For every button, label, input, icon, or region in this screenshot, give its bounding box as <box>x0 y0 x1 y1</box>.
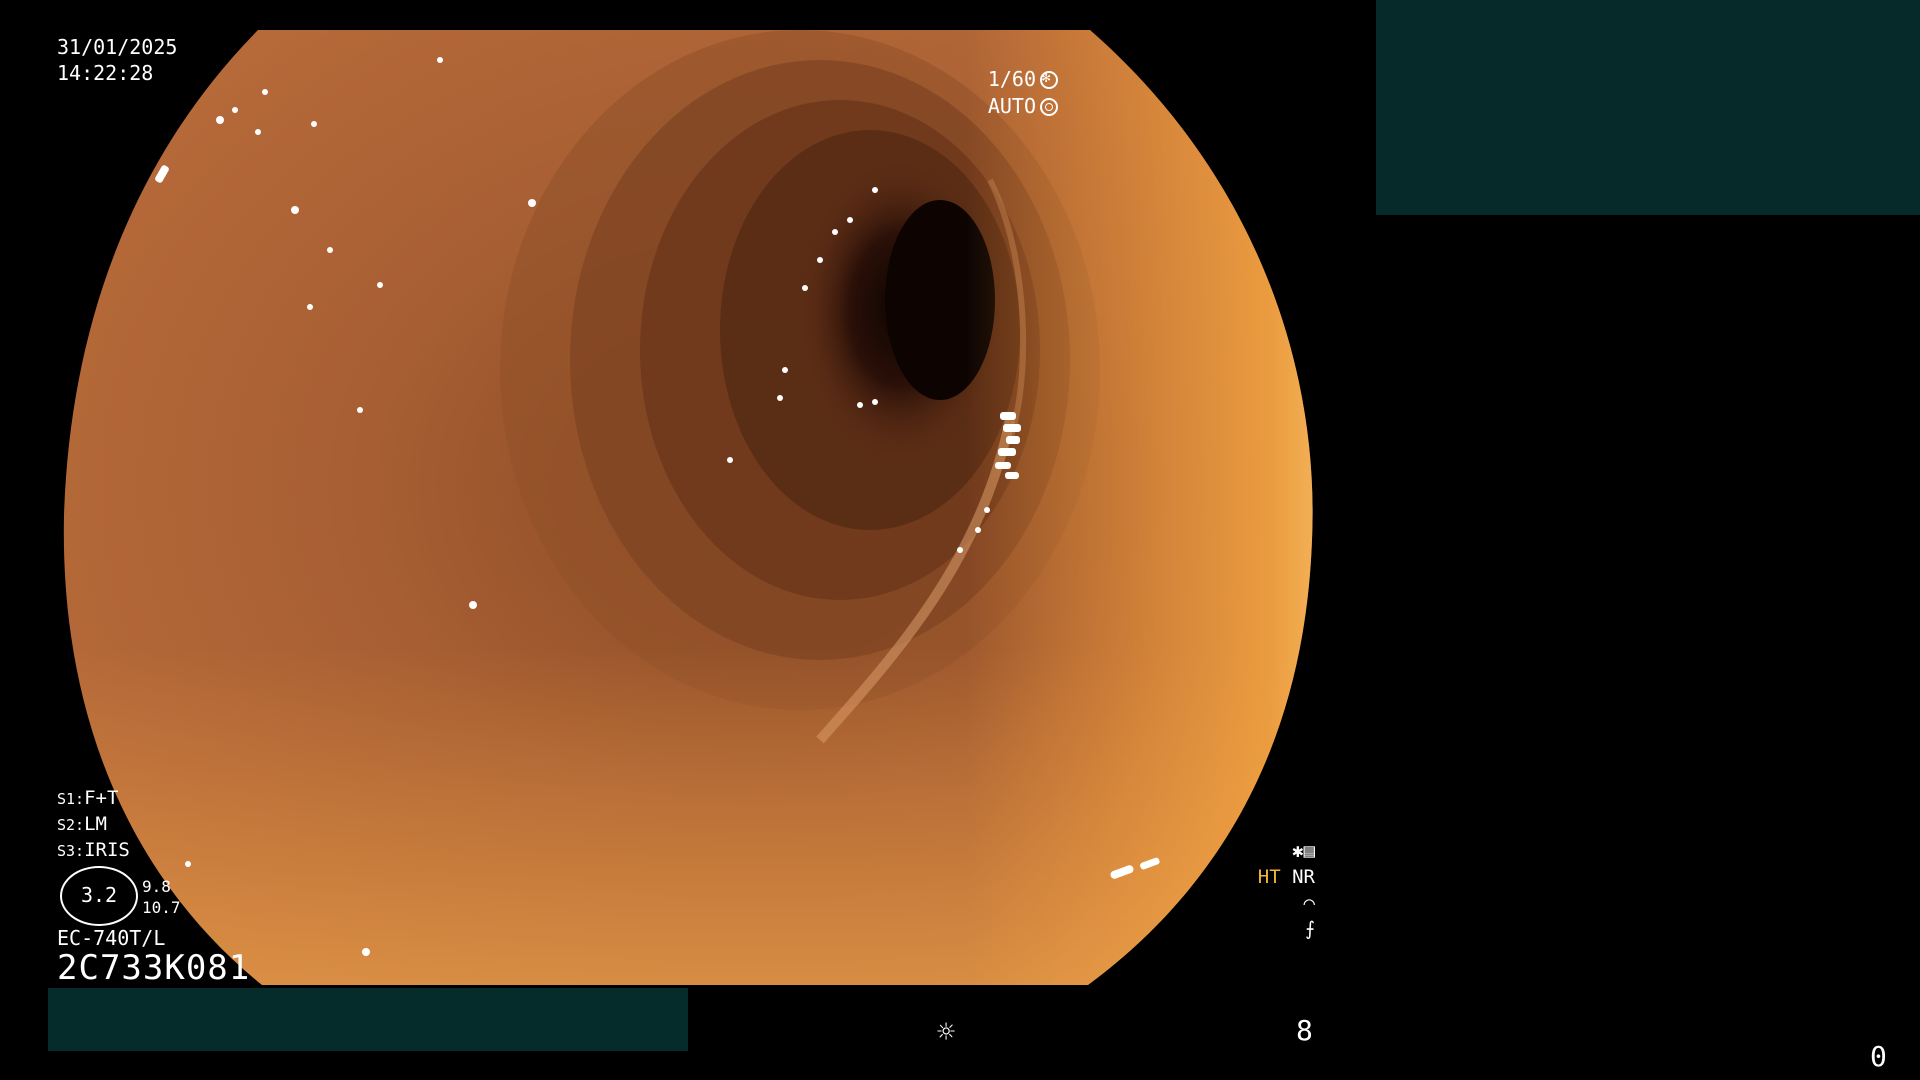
enhancement-icon: ✱▤ <box>1292 840 1315 862</box>
serial-number: 2C733K081 <box>57 948 251 988</box>
shutter-speed-row: 1/60 <box>988 66 1058 93</box>
info-panel-bottom <box>48 988 688 1051</box>
auto-exposure-icon <box>1040 98 1058 116</box>
setting-s3-key: S3: <box>57 842 85 860</box>
setting-s1-key: S1: <box>57 790 85 808</box>
gauge-side-bottom: 10.7 <box>142 898 181 917</box>
info-panel-top-right <box>1376 0 1920 215</box>
tone-curve-icon: ⌒ <box>1303 892 1315 914</box>
setting-s2-value: LM <box>84 813 107 835</box>
setting-s2: S2:LM <box>57 812 130 838</box>
brightness-icon[interactable]: ☼ <box>937 1018 955 1048</box>
processing-modes: ✱▤ HT NR ⌒ ⨍ <box>1235 838 1315 942</box>
setting-s3: S3:IRIS <box>57 838 130 864</box>
date-text: 31/01/2025 <box>57 35 178 59</box>
filter-icon: ⨍ <box>1305 918 1315 940</box>
mode-row: HT NR <box>1235 864 1315 890</box>
zoom-gauge-value: 3.2 <box>80 883 118 907</box>
shutter-icon <box>1040 69 1058 89</box>
exposure-mode-row: AUTO <box>988 93 1058 120</box>
shutter-speed-text: 1/60 <box>987 67 1036 91</box>
exposure-info: 1/60 AUTO <box>988 66 1058 120</box>
time-text: 14:22:28 <box>57 61 154 85</box>
datetime: 31/01/2025 14:22:28 <box>57 34 177 86</box>
endoscope-image <box>0 0 1380 1080</box>
setting-s3-value: IRIS <box>84 839 130 861</box>
corner-counter: 0 <box>1870 1040 1887 1073</box>
zoom-gauge: 3.2 <box>60 866 138 926</box>
exposure-mode-text: AUTO <box>987 94 1036 118</box>
scope-model: EC-740T/L <box>57 926 166 950</box>
setting-s1-value: F+T <box>84 787 119 809</box>
setting-s1: S1:F+T <box>57 786 130 812</box>
gauge-side-values: 9.8 10.7 <box>142 876 181 918</box>
scope-settings: S1:F+T S2:LM S3:IRIS <box>57 786 130 864</box>
bottom-counter: 8 <box>1296 1014 1313 1047</box>
setting-s2-key: S2: <box>57 816 85 834</box>
mode-ht: HT <box>1257 866 1281 888</box>
gauge-side-top: 9.8 <box>142 877 171 896</box>
mode-nr: NR <box>1292 866 1315 888</box>
